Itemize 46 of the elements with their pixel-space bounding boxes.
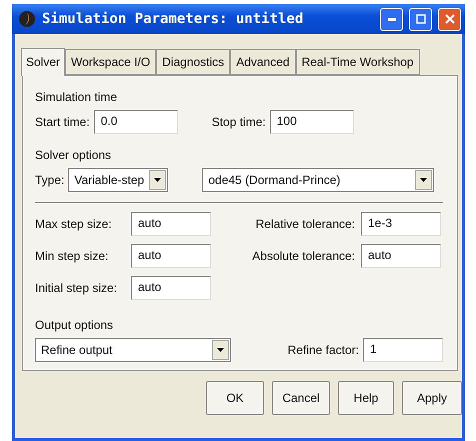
- field-label: Refine factor:: [288, 343, 359, 357]
- dialog-button[interactable]: Apply: [402, 381, 462, 415]
- input-field[interactable]: 100: [270, 110, 354, 134]
- field-label: Max step size:: [35, 217, 113, 231]
- minimize-button[interactable]: [380, 8, 403, 30]
- tab[interactable]: Workspace I/O: [65, 49, 156, 75]
- caret-icon: [154, 178, 162, 182]
- close-icon: [444, 14, 454, 24]
- dropdown-value: Refine output: [41, 343, 112, 357]
- field-label: Initial step size:: [35, 281, 118, 295]
- section-label: Simulation time: [35, 90, 118, 104]
- solver-dropdown[interactable]: ode45 (Dormand-Prince): [202, 168, 434, 192]
- close-button[interactable]: [438, 8, 461, 30]
- field-label: Absolute tolerance:: [252, 249, 355, 263]
- window-title: Simulation Parameters: untitled: [42, 11, 304, 27]
- app-icon: [18, 10, 36, 28]
- minimize-icon: [388, 18, 396, 20]
- section-label: Solver options: [35, 148, 112, 162]
- field-label: Type:: [35, 173, 64, 187]
- tab[interactable]: Diagnostics: [156, 49, 230, 75]
- input-field[interactable]: auto: [131, 212, 211, 236]
- input-field[interactable]: 1: [363, 338, 443, 362]
- tab[interactable]: Advanced: [230, 49, 296, 75]
- caret-icon: [420, 178, 428, 182]
- field-label: Min step size:: [35, 249, 110, 263]
- field-label: Start time:: [35, 115, 90, 129]
- input-field[interactable]: 1e-3: [361, 212, 441, 236]
- tab[interactable]: Real-Time Workshop: [296, 49, 420, 75]
- tab[interactable]: Solver: [21, 48, 66, 76]
- dropdown-value: ode45 (Dormand-Prince): [208, 173, 340, 187]
- field-label: Relative tolerance:: [256, 217, 355, 231]
- section-label: Output options: [35, 318, 114, 332]
- maximize-button[interactable]: [409, 8, 432, 30]
- field-label: Stop time:: [212, 115, 266, 129]
- maximize-icon: [416, 14, 426, 24]
- dialog-button[interactable]: Cancel: [272, 381, 330, 415]
- dialog-button[interactable]: OK: [206, 381, 264, 415]
- output-dropdown[interactable]: Refine output: [35, 338, 231, 362]
- dropdown-value: Variable-step: [74, 173, 144, 187]
- input-field[interactable]: 0.0: [94, 110, 178, 134]
- dialog-button[interactable]: Help: [338, 381, 394, 415]
- input-field[interactable]: auto: [131, 276, 211, 300]
- input-field[interactable]: auto: [131, 244, 211, 268]
- input-field[interactable]: auto: [361, 244, 441, 268]
- type-dropdown[interactable]: Variable-step: [68, 168, 168, 192]
- caret-icon: [217, 348, 224, 352]
